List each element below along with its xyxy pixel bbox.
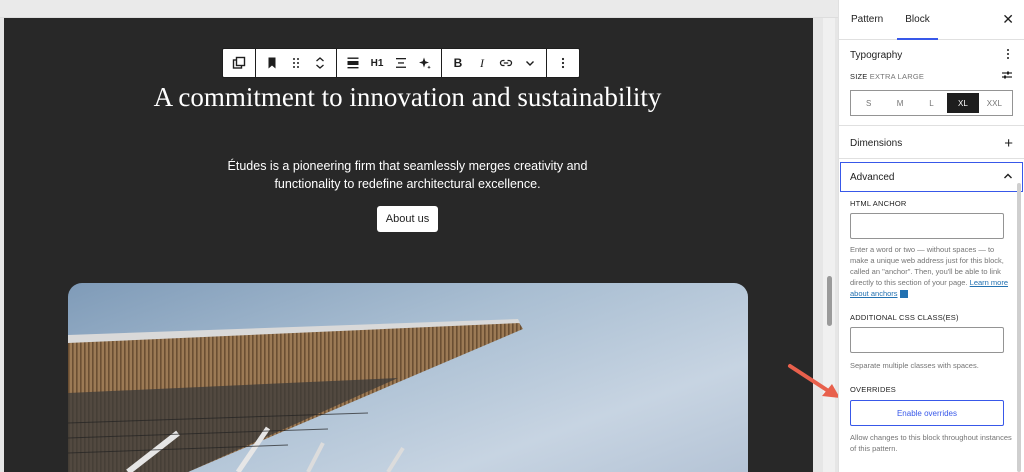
css-classes-label: ADDITIONAL CSS CLASS(ES)	[850, 313, 959, 322]
ai-sparkle-icon[interactable]	[413, 49, 437, 77]
size-option-s[interactable]: S	[853, 93, 884, 113]
block-toolbar: H1 B I	[222, 48, 580, 78]
canvas-scrollbar[interactable]	[823, 18, 835, 472]
add-dimension-icon[interactable]: +	[1004, 135, 1013, 152]
size-option-l[interactable]: L	[916, 93, 947, 113]
tab-pattern[interactable]: Pattern	[843, 0, 891, 39]
move-up-down-icon[interactable]	[308, 49, 332, 77]
advanced-toggle[interactable]: Advanced	[839, 161, 1024, 193]
text-align-icon[interactable]	[389, 49, 413, 77]
close-icon[interactable]: ✕	[1002, 11, 1014, 28]
more-options-icon[interactable]	[551, 49, 575, 77]
drag-handle-icon[interactable]	[284, 49, 308, 77]
external-link-icon	[899, 290, 908, 299]
hero-paragraph[interactable]: Études is a pioneering firm that seamles…	[215, 157, 600, 193]
font-size-settings-icon[interactable]	[1001, 67, 1013, 85]
building-photo	[68, 283, 748, 472]
block-settings-sidebar: Pattern Block ✕ Typography SIZE EXTRA LA…	[838, 0, 1024, 472]
typography-title: Typography	[850, 49, 903, 61]
size-option-xl[interactable]: XL	[947, 93, 979, 113]
about-us-button[interactable]: About us	[377, 206, 438, 232]
typography-panel: Typography SIZE EXTRA LARGE S M L XL XXL	[839, 40, 1024, 126]
html-anchor-help: Enter a word or two — without spaces — t…	[850, 245, 1009, 299]
size-label: SIZE EXTRA LARGE	[850, 71, 925, 81]
dimensions-panel[interactable]: Dimensions +	[839, 128, 1024, 159]
html-anchor-input[interactable]	[850, 213, 1004, 239]
chevron-down-icon[interactable]	[518, 49, 542, 77]
dimensions-title: Dimensions	[850, 137, 903, 149]
overrides-help: Allow changes to this block throughout i…	[850, 433, 1012, 453]
sidebar-tabs: Pattern Block ✕	[839, 0, 1024, 40]
canvas-top-bar	[0, 0, 838, 18]
sidebar-scrollbar[interactable]	[1017, 183, 1021, 472]
annotation-arrow-icon	[788, 364, 840, 398]
italic-icon[interactable]: I	[470, 49, 494, 77]
heading-level-button[interactable]: H1	[365, 49, 389, 77]
hero-heading[interactable]: A commitment to innovation and sustainab…	[150, 82, 665, 113]
typography-options-icon[interactable]	[1003, 48, 1013, 63]
canvas-scrollbar-thumb[interactable]	[827, 276, 832, 326]
html-anchor-label: HTML ANCHOR	[850, 199, 907, 208]
editor-canvas: H1 B I A commitment to innovation and su…	[0, 0, 840, 472]
pattern-icon[interactable]	[227, 49, 251, 77]
overrides-label: OVERRIDES	[850, 385, 896, 394]
bookmark-icon[interactable]	[260, 49, 284, 77]
align-icon[interactable]	[341, 49, 365, 77]
tab-block[interactable]: Block	[897, 0, 939, 40]
building-illustration	[68, 319, 523, 472]
size-option-xxl[interactable]: XXL	[979, 93, 1010, 113]
bold-icon[interactable]: B	[446, 49, 470, 77]
size-option-m[interactable]: M	[884, 93, 915, 113]
font-size-picker: S M L XL XXL	[850, 90, 1013, 116]
advanced-panel: Advanced HTML ANCHOR Enter a word or two…	[839, 161, 1024, 454]
link-icon[interactable]	[494, 49, 518, 77]
css-classes-help: Separate multiple classes with spaces.	[850, 361, 979, 370]
advanced-title: Advanced	[850, 171, 895, 183]
chevron-up-icon	[1003, 172, 1013, 183]
css-classes-input[interactable]	[850, 327, 1004, 353]
enable-overrides-button[interactable]: Enable overrides	[850, 400, 1004, 426]
